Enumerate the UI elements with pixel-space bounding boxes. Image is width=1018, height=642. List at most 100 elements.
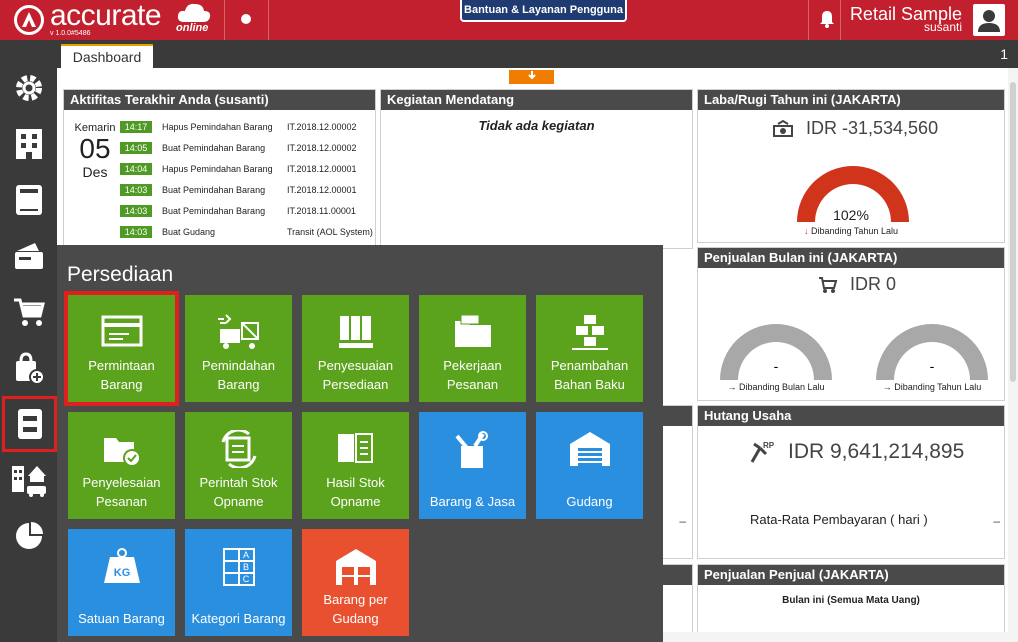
payables-title: Hutang Usaha — [698, 406, 1004, 426]
tile-weight[interactable]: KG Satuan Barang — [68, 529, 175, 636]
activity-ref: IT.2018.11.00001 — [287, 206, 356, 216]
tile-label: Penyesuaian Persediaan — [304, 356, 407, 394]
book-icon — [15, 185, 42, 215]
sidebar-item-ledger[interactable] — [0, 172, 57, 228]
shelves-icon — [302, 313, 409, 351]
activity-time: 14:03 — [120, 184, 152, 196]
divider — [840, 0, 841, 40]
sales-month-left-value: - — [773, 358, 779, 374]
arrow-right-icon: → — [882, 382, 892, 392]
arrow-down-icon: ↓ — [804, 226, 809, 236]
item-service-icon — [419, 430, 526, 472]
sidebar-item-inventory[interactable] — [2, 396, 57, 452]
tile-label: Barang per Gudang — [304, 590, 407, 628]
activity-time: 14:03 — [120, 205, 152, 217]
collapse-toggle[interactable] — [509, 70, 554, 84]
wallet-icon — [14, 243, 43, 269]
avatar[interactable] — [973, 4, 1005, 36]
accurate-logo-icon[interactable] — [14, 5, 44, 35]
profit-title: Laba/Rugi Tahun ini (JAKARTA) — [698, 90, 1004, 110]
tab-dashboard[interactable]: Dashboard — [61, 44, 153, 68]
tile-boxes[interactable]: Penambahan Bahan Baku — [536, 295, 643, 402]
sales-month-right-value: - — [929, 358, 935, 374]
tile-label-line2: Pesanan — [446, 377, 499, 392]
svg-text:A: A — [242, 550, 248, 560]
sidebar-item-company[interactable] — [0, 116, 57, 172]
tile-item-service[interactable]: Barang & Jasa — [419, 412, 526, 519]
hidden-panel — [663, 564, 693, 642]
cart-icon — [13, 298, 45, 326]
tile-label: Kategori Barang — [187, 609, 290, 628]
sales-month-left-note: Dibanding Bulan Lalu — [738, 382, 825, 392]
tile-label-line2: Opname — [213, 494, 264, 509]
payment-icon: RP — [750, 441, 774, 463]
warehouse-items-icon — [302, 547, 409, 587]
tile-shelves[interactable]: Penyesuaian Persediaan — [302, 295, 409, 402]
tile-label: Satuan Barang — [70, 609, 173, 628]
bell-icon[interactable] — [818, 9, 836, 29]
tab-counter[interactable]: 1 — [1000, 46, 1008, 62]
sidebar-item-assets[interactable] — [0, 452, 57, 508]
tile-label-line2: Kategori Barang — [191, 611, 286, 626]
tile-stock-cycle[interactable]: Perintah Stok Opname — [185, 412, 292, 519]
tile-warehouse[interactable]: Gudang — [536, 412, 643, 519]
upcoming-panel: Kegiatan Mendatang Tidak ada kegiatan — [380, 89, 693, 249]
boxes-icon — [536, 313, 643, 351]
sidebar-item-purchase[interactable] — [0, 284, 57, 340]
user-name[interactable]: susanti — [924, 20, 962, 34]
gear-icon — [15, 75, 42, 101]
sidebar-item-cash-bank[interactable] — [0, 228, 57, 284]
status-dot-icon[interactable] — [241, 14, 251, 24]
tile-label-line2: Opname — [330, 494, 381, 509]
activity-desc: Buat Pemindahan Barang — [162, 185, 266, 195]
activity-desc: Buat Gudang — [162, 227, 216, 237]
job-done-icon — [68, 430, 175, 468]
category-icon: ABC — [185, 547, 292, 587]
tile-truck[interactable]: Pemindahan Barang — [185, 295, 292, 402]
profit-note: Dibanding Tahun Lalu — [811, 226, 898, 236]
tile-label: Pekerjaan Pesanan — [421, 356, 524, 394]
tile-label-line1: Pemindahan — [202, 358, 275, 373]
activity-time: 14:04 — [120, 163, 152, 175]
scrollbar[interactable] — [1008, 68, 1018, 632]
upcoming-title: Kegiatan Mendatang — [381, 90, 692, 110]
tile-label-line2: Barang & Jasa — [429, 494, 516, 509]
sales-month-title: Penjualan Bulan ini (JAKARTA) — [698, 248, 1004, 268]
arrow-right-icon: → — [727, 382, 737, 392]
salesperson-title: Penjualan Penjual (JAKARTA) — [698, 565, 1004, 585]
tile-stock-result[interactable]: Hasil Stok Opname — [302, 412, 409, 519]
tile-warehouse-items[interactable]: Barang per Gudang — [302, 529, 409, 636]
pie-chart-icon — [15, 522, 43, 549]
tile-label: Pemindahan Barang — [187, 356, 290, 394]
help-button[interactable]: Bantuan & Layanan Pengguna — [460, 0, 627, 22]
tile-label-line1: Perintah Stok — [199, 475, 278, 490]
tile-label: Penyelesaian Pesanan — [70, 473, 173, 511]
cart-icon — [819, 276, 838, 293]
truck-icon — [185, 313, 292, 351]
activity-month: Des — [82, 164, 108, 180]
sidebar — [0, 40, 57, 642]
top-bar: accurate online v 1.0.0#5486 Bantuan & L… — [0, 0, 1018, 40]
scrollbar-thumb[interactable] — [1010, 82, 1016, 382]
activity-time: 14:05 — [120, 142, 152, 154]
payables-value: IDR 9,641,214,895 — [788, 440, 965, 463]
activity-desc: Hapus Pemindahan Barang — [162, 164, 273, 174]
sidebar-item-reports[interactable] — [0, 508, 57, 564]
brand-name[interactable]: accurate — [50, 0, 162, 33]
version-label: v 1.0.0#5486 — [50, 30, 91, 37]
inventory-menu: Persediaan Permintaan Barang Pemindahan Bar… — [57, 245, 663, 642]
building-car-icon — [11, 466, 46, 497]
sales-month-panel: Penjualan Bulan ini (JAKARTA) IDR 0 - → … — [697, 247, 1005, 401]
tile-job-folder[interactable]: Pekerjaan Pesanan — [419, 295, 526, 402]
tile-label-line2: Barang — [100, 377, 143, 392]
svg-text:B: B — [242, 562, 248, 572]
tab-strip: Dashboard 1 — [57, 40, 1018, 68]
sidebar-item-settings[interactable] — [0, 60, 57, 116]
tile-job-done[interactable]: Penyelesaian Pesanan — [68, 412, 175, 519]
sidebar-item-sales[interactable] — [0, 340, 57, 396]
activity-time: 14:17 — [120, 121, 152, 133]
tile-card[interactable]: Permintaan Barang — [64, 291, 179, 406]
avg-payment-value: – — [993, 514, 1000, 528]
tile-category[interactable]: A B C Kategori Barang — [185, 529, 292, 636]
cabinet-icon — [17, 409, 42, 439]
